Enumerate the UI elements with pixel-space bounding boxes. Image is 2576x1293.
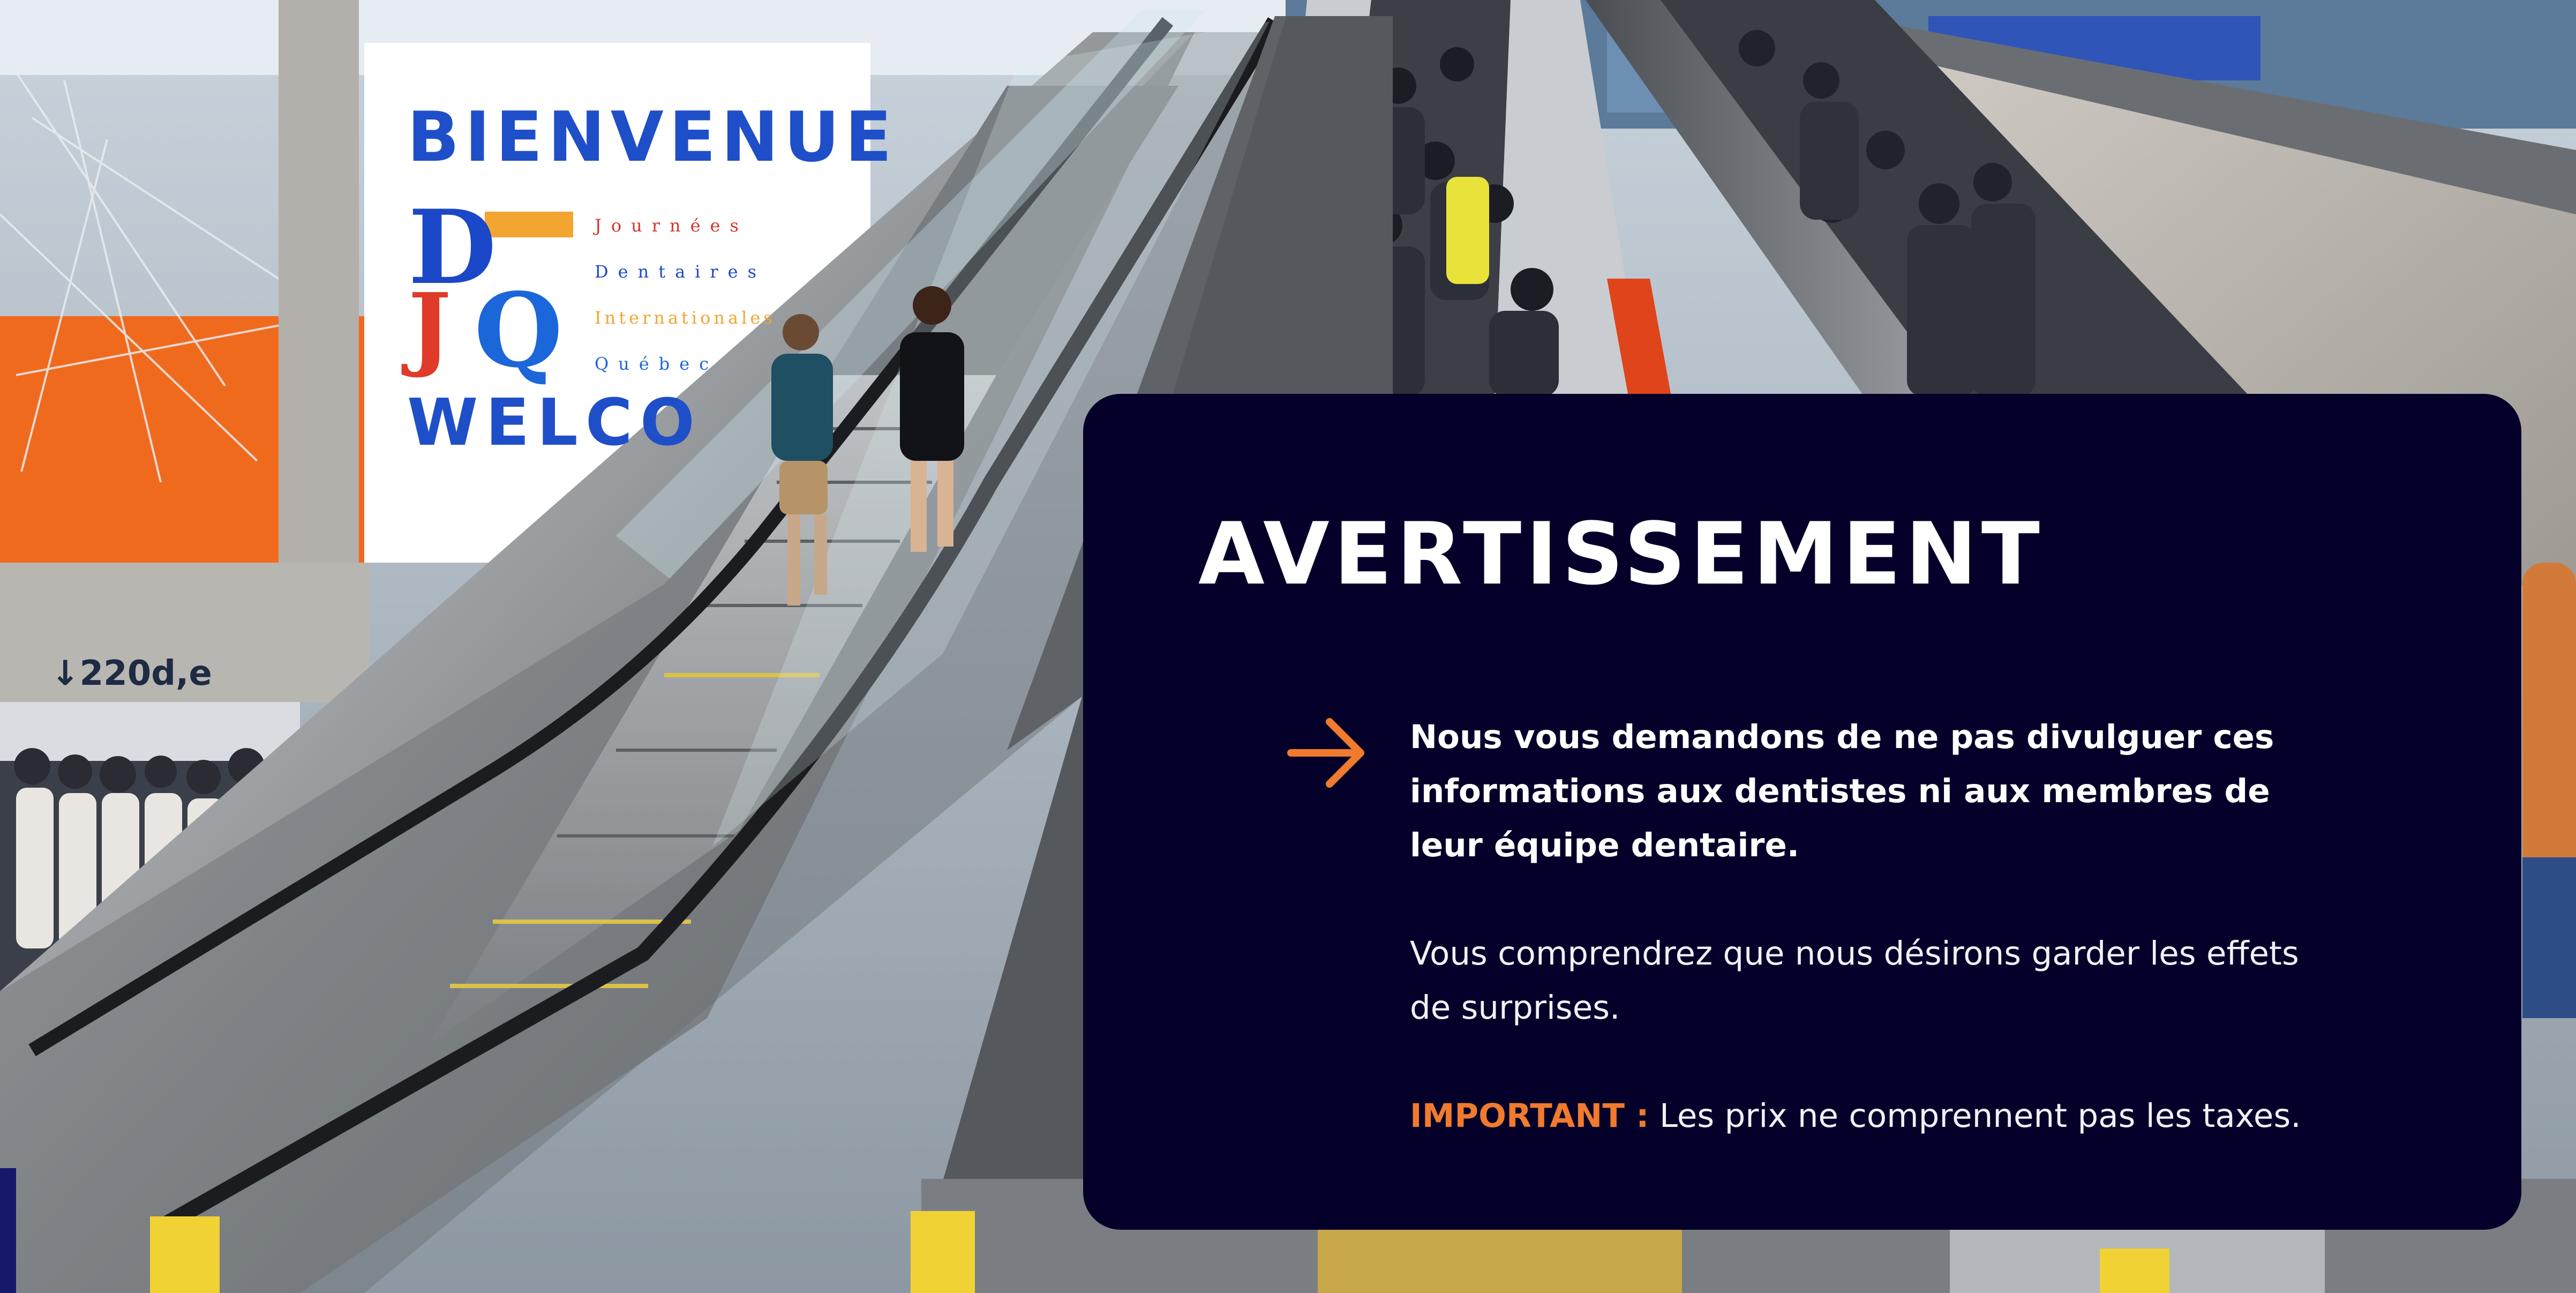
banner-logo-bar — [485, 212, 573, 237]
notice-request-paragraph: Nous vous demandons de ne pas divulguer … — [1410, 718, 2274, 864]
important-label: IMPORTANT : — [1410, 1097, 1649, 1135]
notice-title: AVERTISSEMENT — [1198, 504, 2044, 604]
banner-word-quebec: Québec — [595, 354, 719, 374]
important-text: Les prix ne comprennent pas les taxes. — [1649, 1097, 2301, 1135]
banner-word-internationales: Internationales — [595, 308, 776, 328]
notice-body: Nous vous demandons de ne pas divulguer … — [1410, 710, 2310, 1143]
escalator-photo-background: BIENVENUE D J Q Journées Dentaires Inter… — [0, 0, 2576, 1293]
banner-logo-letter-q: Q — [474, 271, 563, 390]
arrow-right-icon — [1287, 718, 1364, 788]
banner-logo-letter-j: J — [408, 273, 452, 380]
banner-word-journees: Journées — [595, 215, 748, 236]
notice-surprise-paragraph: Vous comprendrez que nous désirons garde… — [1410, 935, 2299, 1027]
banner-welcome-english: WELCO — [407, 386, 702, 460]
notice-card: AVERTISSEMENT Nous vous demandons de ne … — [1083, 394, 2521, 1230]
banner-welcome-text: BIENVENUE — [407, 98, 897, 177]
banner-word-dentaires: Dentaires — [595, 261, 767, 282]
banner-logo-words: Journées Dentaires Internationales Québe… — [595, 203, 776, 387]
direction-sign: ↓220d,e — [51, 654, 212, 693]
notice-important-line: IMPORTANT : Les prix ne comprennent pas … — [1410, 1089, 2310, 1143]
